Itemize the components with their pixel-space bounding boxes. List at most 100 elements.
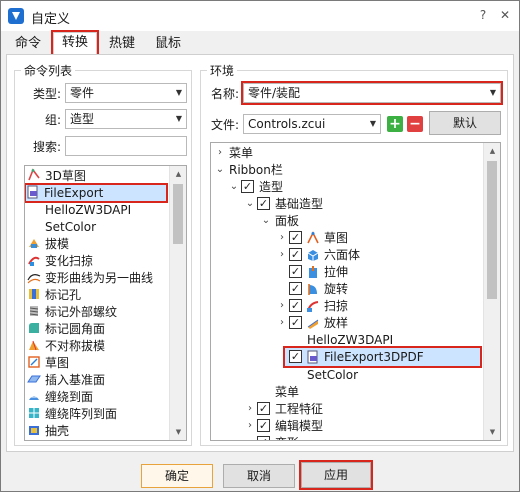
tree-node-sketch[interactable]: › ✓ 草图 (277, 230, 487, 246)
scroll-thumb[interactable] (487, 161, 497, 299)
list-item[interactable]: 插入基准面 (27, 372, 105, 388)
tree-node-basic-modeling[interactable]: ⌄ ✓ 基础造型 (245, 196, 475, 212)
type-select[interactable]: 零件 ▼ (65, 83, 187, 103)
name-label: 名称: (211, 87, 240, 101)
checkbox-checked-icon[interactable]: ✓ (257, 436, 270, 440)
checkbox-checked-icon[interactable]: ✓ (289, 231, 302, 244)
tree-node-extrude[interactable]: ✓ 拉伸 (277, 264, 487, 280)
tree-node-hellozw3dapi[interactable]: HelloZW3DAPI (277, 332, 487, 348)
type-label: 类型: (33, 87, 62, 101)
tree-node-label: 菜单 (275, 385, 300, 399)
list-item[interactable]: 变形曲线为另一曲线 (27, 270, 153, 286)
tab-commands[interactable]: 命令 (9, 34, 47, 54)
help-button[interactable]: ? (475, 7, 491, 23)
tree-node-edit-model[interactable]: › ✓ 编辑模型 (245, 418, 475, 434)
scroll-up-icon[interactable]: ▲ (170, 166, 186, 182)
list-item[interactable]: 拔模 (27, 236, 69, 252)
tab-mouse[interactable]: 鼠标 (149, 34, 187, 54)
scroll-up-icon[interactable]: ▲ (484, 143, 500, 159)
scroll-down-icon[interactable]: ▼ (484, 424, 500, 440)
tree-node-panel[interactable]: ⌄ 面板 (261, 213, 481, 229)
tree-node-label: 工程特征 (275, 402, 324, 416)
command-list-scrollbar[interactable]: ▲ ▼ (169, 166, 186, 440)
cancel-button[interactable]: 取消 (223, 464, 295, 488)
tree-node-label: 基础造型 (275, 197, 324, 211)
expand-icon: › (280, 317, 284, 328)
tree-node-submenu[interactable]: 菜单 (261, 384, 481, 400)
tree-node-revolve[interactable]: ✓ 旋转 (277, 281, 487, 297)
deform-curve-icon (27, 274, 41, 284)
checkbox-checked-icon[interactable]: ✓ (289, 265, 302, 278)
tree-scrollbar[interactable]: ▲ ▼ (483, 143, 500, 440)
default-button[interactable]: 默认 (429, 111, 501, 135)
wrap-pattern-icon (29, 408, 39, 418)
list-item[interactable]: 草图 (27, 355, 69, 371)
tree-node-deform[interactable]: › ✓ 变形 (245, 435, 475, 440)
group-select[interactable]: 造型 ▼ (65, 109, 187, 129)
remove-file-button[interactable]: − (407, 116, 423, 132)
list-item[interactable]: 缠绕到面 (27, 389, 93, 405)
list-item[interactable]: 唇缘 (27, 440, 69, 441)
group-label: 组: (45, 113, 62, 127)
command-listbox[interactable]: 3D草图 FileExport HelloZW3DAPI SetColor 拔模… (24, 165, 187, 441)
tree-node-fileexport3dpdf[interactable]: ✓ FileExport3DPDF (283, 346, 482, 368)
checkbox-checked-icon[interactable]: ✓ (289, 350, 302, 363)
collapse-icon: ⌄ (245, 198, 255, 209)
list-item-label: 抽壳 (45, 424, 70, 438)
close-button[interactable]: ✕ (497, 7, 513, 23)
list-item[interactable]: HelloZW3DAPI (27, 202, 131, 218)
file-select[interactable]: Controls.zcui ▼ (243, 114, 381, 134)
tree-node-block[interactable]: › ✓ 六面体 (277, 247, 487, 263)
list-item[interactable]: 标记圆角面 (27, 321, 105, 337)
tab-conversion[interactable]: 转换 (51, 30, 99, 57)
list-item[interactable]: 缠绕阵列到面 (27, 406, 117, 422)
checkbox-checked-icon[interactable]: ✓ (241, 180, 254, 193)
tab-hotkeys[interactable]: 热键 (103, 34, 141, 54)
tree-node-loft[interactable]: › ✓ 放样 (277, 315, 487, 331)
checkbox-checked-icon[interactable]: ✓ (257, 402, 270, 415)
scroll-down-icon[interactable]: ▼ (170, 424, 186, 440)
file-export-icon (27, 185, 38, 199)
scroll-thumb[interactable] (173, 184, 183, 244)
list-item[interactable]: 标记外部螺纹 (27, 304, 117, 320)
list-item[interactable]: 3D草图 (27, 168, 86, 184)
tree-node-label: 放样 (324, 316, 349, 330)
list-item[interactable]: 抽壳 (27, 423, 69, 439)
name-select-value: 零件/装配 (248, 86, 301, 100)
tree-node-label: 编辑模型 (275, 419, 324, 433)
list-item[interactable]: 不对称拔模 (27, 338, 105, 354)
chevron-down-icon: ▼ (175, 114, 182, 123)
list-item[interactable]: SetColor (27, 219, 96, 235)
expand-icon: › (248, 420, 252, 431)
checkbox-checked-icon[interactable]: ✓ (289, 299, 302, 312)
tree-node-engineering-features[interactable]: › ✓ 工程特征 (245, 401, 475, 417)
apply-button[interactable]: 应用 (299, 460, 373, 490)
tree-node-ribbon[interactable]: ⌄ Ribbon栏 (215, 162, 485, 178)
ribbon-tree[interactable]: › 菜单 ⌄ Ribbon栏 ⌄ ✓ 造型 ⌄ ✓ 基础造型 ⌄ 面板 › ✓ … (210, 142, 501, 441)
checkbox-checked-icon[interactable]: ✓ (289, 316, 302, 329)
expand-icon: › (280, 232, 284, 243)
list-item-label: 3D草图 (45, 169, 86, 183)
chevron-down-icon: ▼ (175, 88, 182, 97)
sketch-3d-icon (28, 168, 40, 181)
list-item[interactable]: 变化扫掠 (27, 253, 93, 269)
checkbox-checked-icon[interactable]: ✓ (289, 282, 302, 295)
tree-node-menu[interactable]: › 菜单 (215, 145, 485, 161)
list-item-label: SetColor (45, 220, 97, 234)
tree-node-modeling[interactable]: ⌄ ✓ 造型 (229, 179, 479, 195)
name-select[interactable]: 零件/装配 ▼ (241, 81, 503, 105)
checkbox-checked-icon[interactable]: ✓ (257, 419, 270, 432)
tree-node-setcolor[interactable]: SetColor (277, 367, 487, 383)
add-file-button[interactable]: + (387, 116, 403, 132)
checkbox-checked-icon[interactable]: ✓ (289, 248, 302, 261)
file-select-value: Controls.zcui (248, 117, 326, 131)
list-item[interactable]: FileExport (25, 183, 168, 203)
chevron-down-icon: ▼ (489, 88, 496, 97)
tree-node-sweep[interactable]: › ✓ 扫掠 (277, 298, 487, 314)
ok-button[interactable]: 确定 (141, 464, 213, 488)
checkbox-checked-icon[interactable]: ✓ (257, 197, 270, 210)
search-input[interactable] (65, 136, 187, 156)
list-item-label: 缠绕阵列到面 (45, 407, 118, 421)
list-item[interactable]: 标记孔 (27, 287, 81, 303)
expand-icon: › (280, 249, 284, 260)
